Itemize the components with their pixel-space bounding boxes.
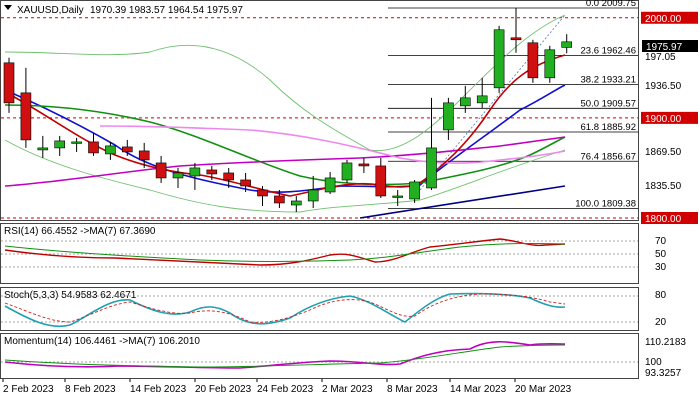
- time-axis-label: 2 Mar 2023: [322, 384, 373, 395]
- candle-body: [544, 49, 556, 79]
- time-axis-label: 20 Mar 2023: [515, 384, 572, 395]
- fib-label: 38.2 1933.21: [581, 75, 636, 86]
- candle-body: [341, 162, 353, 181]
- candle-body: [375, 165, 387, 197]
- candle: [544, 45, 556, 83]
- chart-ohlc-label: 1970.39 1983.57 1964.54 1975.97: [90, 5, 243, 16]
- candle-body: [510, 37, 522, 41]
- candle-body: [172, 172, 184, 179]
- main-panel-frame: [0, 0, 639, 221]
- candle: [341, 159, 353, 183]
- candle-body: [409, 181, 420, 200]
- candle-body: [138, 150, 150, 161]
- candle-body: [324, 177, 336, 193]
- price-axis-tick: 1869.50: [645, 147, 682, 158]
- candle-body: [189, 167, 201, 177]
- chart-canvas[interactable]: 0.0 2009.75 23.6 1962.46 38.2 1933.21 50.0 …: [0, 0, 700, 400]
- fib-label: 0.0 2009.75: [586, 0, 636, 9]
- candle-body: [527, 42, 539, 79]
- fib-label: 61.8 1885.92: [581, 122, 636, 133]
- candle-body: [105, 145, 116, 155]
- candle-body: [459, 97, 471, 107]
- candle-body: [88, 141, 99, 154]
- candle-body: [206, 169, 218, 175]
- stoch-axis-tick: 20: [655, 317, 667, 328]
- fib-label: 76.4 1856.67: [581, 151, 636, 162]
- candle: [527, 39, 539, 83]
- candle-body: [155, 162, 167, 179]
- candle-body: [476, 95, 488, 104]
- candle: [493, 25, 505, 93]
- candle-body: [37, 147, 49, 151]
- time-axis-label: 24 Feb 2023: [257, 384, 314, 395]
- level-tag-label: 1800.00: [645, 214, 682, 225]
- candle-body: [240, 179, 251, 187]
- candle-body: [3, 62, 15, 104]
- rsi-axis-tick: 30: [655, 262, 667, 273]
- candle-body: [561, 41, 573, 48]
- price-axis-tick: 1835.50: [645, 181, 682, 192]
- time-axis-label: 20 Feb 2023: [195, 384, 252, 395]
- chart-symbol-label: XAUUSD,Daily: [17, 5, 84, 16]
- level-tag-label: 1900.00: [645, 114, 682, 125]
- current-price-label: 1975.97: [646, 42, 683, 53]
- candle-body: [54, 140, 66, 149]
- momentum-axis-tick: 93.3257: [645, 368, 682, 379]
- time-axis-label: 2 Feb 2023: [3, 384, 54, 395]
- candle-body: [274, 195, 285, 204]
- time-axis-label: 14 Feb 2023: [130, 384, 187, 395]
- time-axis: 2 Feb 2023 8 Feb 2023 14 Feb 2023 20 Feb 20…: [2, 379, 572, 395]
- price-axis-tick: 1936.50: [645, 81, 682, 92]
- level-tag-label: 2000.00: [645, 14, 682, 25]
- candle-body: [71, 141, 82, 144]
- momentum-axis-tick: 110.2183: [645, 337, 686, 348]
- stoch-label: Stoch(5,3,3) 54.9583 62.4671: [4, 290, 137, 301]
- price-axis-tick: 197.05: [645, 52, 676, 63]
- candle-body: [20, 92, 32, 141]
- candle-body: [443, 102, 454, 131]
- candle-body: [392, 195, 404, 198]
- chart-window[interactable]: 0.0 2009.75 23.6 1962.46 38.2 1933.21 50.0 …: [0, 0, 700, 400]
- momentum-axis-tick: 100: [645, 357, 662, 368]
- time-axis-label: 14 Mar 2023: [450, 384, 507, 395]
- fib-label: 50.0 1909.57: [581, 98, 636, 109]
- fib-label: 23.6 1962.46: [581, 45, 636, 56]
- candle-body: [223, 172, 234, 181]
- momentum-label: Momentum(14) 106.4461 ->MA(7) 106.2010: [4, 336, 200, 347]
- candle-body: [290, 200, 302, 206]
- rsi-axis-tick: 70: [655, 236, 667, 247]
- candle-body: [426, 147, 437, 189]
- candle-body: [122, 146, 133, 153]
- candle-body: [307, 189, 319, 202]
- stoch-axis-tick: 80: [655, 290, 667, 301]
- fib-label: 100.0 1809.38: [575, 199, 636, 210]
- rsi-axis-tick: 50: [655, 249, 667, 260]
- candle-body: [257, 189, 268, 197]
- rsi-label: RSI(14) 66.4552 ->MA(7) 67.3690: [4, 226, 156, 237]
- time-axis-label: 8 Feb 2023: [65, 384, 116, 395]
- candle-body: [493, 29, 505, 89]
- time-axis-label: 8 Mar 2023: [387, 384, 438, 395]
- candle-body: [358, 163, 370, 167]
